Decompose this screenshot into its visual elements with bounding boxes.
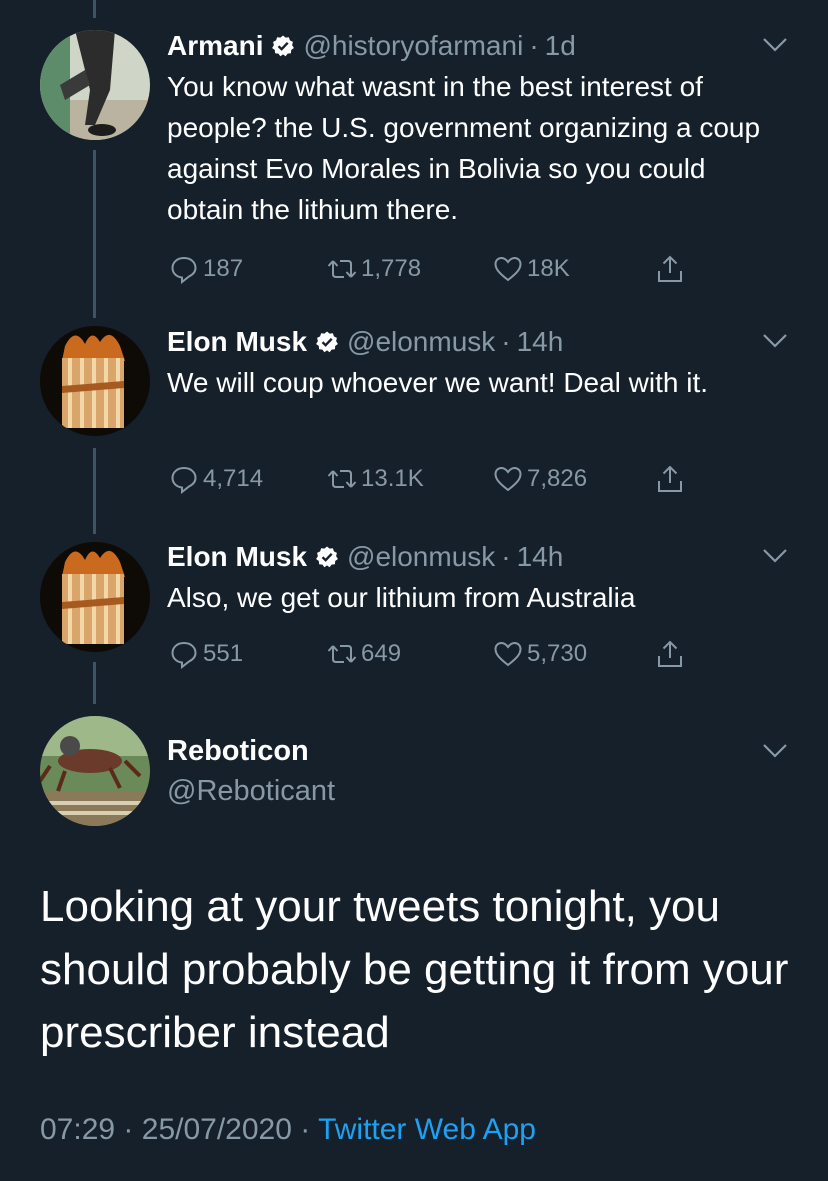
separator-dot: · [501,326,511,357]
like-count: 5,730 [527,640,588,667]
thread-line-3 [93,662,96,704]
heart-icon [494,466,522,492]
reply-icon [171,641,197,669]
avatar-elonmusk-1[interactable] [40,326,150,436]
reply-button[interactable]: 4,714 [169,464,263,494]
author-handle[interactable]: @elonmusk [347,539,495,575]
tweet-armani[interactable]: Armani @historyofarmani · 1d You know wh… [167,28,788,284]
retweet-button[interactable]: 649 [327,639,401,669]
author-name[interactable]: Elon Musk [167,539,307,575]
heart-icon [494,256,522,282]
tweet-time[interactable]: 1d [545,28,576,64]
reply-count: 4,714 [203,465,264,492]
tweet-elonmusk-1[interactable]: Elon Musk @elonmusk · 14h We will coup w… [167,324,788,494]
share-icon [658,255,682,282]
tweet-date[interactable]: 25/07/2020 [142,1113,292,1146]
reply-icon [171,466,197,494]
chevron-down-icon[interactable] [762,332,788,350]
author-handle[interactable]: @Reboticant [167,770,788,812]
author-name[interactable]: Armani [167,28,263,64]
person-photo-avatar-icon [40,30,150,140]
retweet-count: 1,778 [361,255,422,282]
like-button[interactable]: 18K [493,254,570,284]
tweet-text: We will coup whoever we want! Deal with … [167,367,709,398]
avatar-armani[interactable] [40,30,150,140]
retweet-count: 649 [361,640,402,667]
author-handle[interactable]: @historyofarmani [303,28,523,64]
author-name[interactable]: Elon Musk [167,324,307,360]
avatar-reboticon[interactable] [40,716,150,826]
burning-flamethrower-avatar-icon [40,326,150,436]
retweet-icon [327,260,357,278]
share-button[interactable] [655,639,689,669]
tweet-time[interactable]: 07:29 [40,1113,115,1146]
reply-icon [171,256,197,284]
tweet-header: Elon Musk @elonmusk · 14h [167,539,788,575]
reply-button[interactable]: 551 [169,639,243,669]
like-button[interactable]: 7,826 [493,464,587,494]
burning-flamethrower-avatar-icon [40,542,150,652]
tweet-header: Elon Musk @elonmusk · 14h [167,324,788,360]
tweet-time[interactable]: 14h [517,324,564,360]
tweet-elonmusk-2[interactable]: Elon Musk @elonmusk · 14h Also, we get o… [167,539,788,669]
main-tweet-text: Looking at your tweets tonight, you shou… [40,882,789,1057]
separator-dot: · [501,541,511,572]
retweet-count: 13.1K [361,465,424,492]
reply-count: 187 [203,255,244,282]
tweet-text: You know what wasnt in the best interest… [167,71,761,225]
like-button[interactable]: 5,730 [493,639,587,669]
reply-button[interactable]: 187 [169,254,243,284]
thread-line-2 [93,448,96,534]
robot-insect-sculpture-avatar-icon [40,716,150,826]
tweet-time[interactable]: 14h [517,539,564,575]
source-app-link[interactable]: Twitter Web App [318,1113,536,1146]
share-button[interactable] [655,254,689,284]
verified-badge-icon [316,546,338,568]
chevron-down-icon[interactable] [762,36,788,54]
main-tweet-header[interactable]: Reboticon @Reboticant [167,732,788,812]
share-button[interactable] [655,464,689,494]
chevron-down-icon[interactable] [762,547,788,565]
share-icon [658,640,682,667]
author-handle[interactable]: @elonmusk [347,324,495,360]
separator-dot: · [300,1113,311,1146]
verified-badge-icon [316,331,338,353]
thread-line-top [93,0,96,18]
retweet-button[interactable]: 13.1K [327,464,424,494]
like-count: 7,826 [527,465,588,492]
heart-icon [494,641,522,667]
separator-dot: · [123,1113,134,1146]
like-count: 18K [527,255,570,282]
separator-dot: · [529,30,539,61]
chevron-down-icon[interactable] [762,742,788,760]
thread-line-1 [93,150,96,318]
retweet-button[interactable]: 1,778 [327,254,421,284]
tweet-meta: 07:29 · 25/07/2020 · Twitter Web App [40,1113,536,1147]
tweet-header: Armani @historyofarmani · 1d [167,28,788,64]
verified-badge-icon [272,35,295,57]
tweet-text: Also, we get our lithium from Australia [167,582,636,613]
reply-count: 551 [203,640,244,667]
avatar-elonmusk-2[interactable] [40,542,150,652]
retweet-icon [327,645,357,663]
author-name[interactable]: Reboticon [167,732,788,770]
retweet-icon [327,470,357,488]
share-icon [658,465,682,492]
